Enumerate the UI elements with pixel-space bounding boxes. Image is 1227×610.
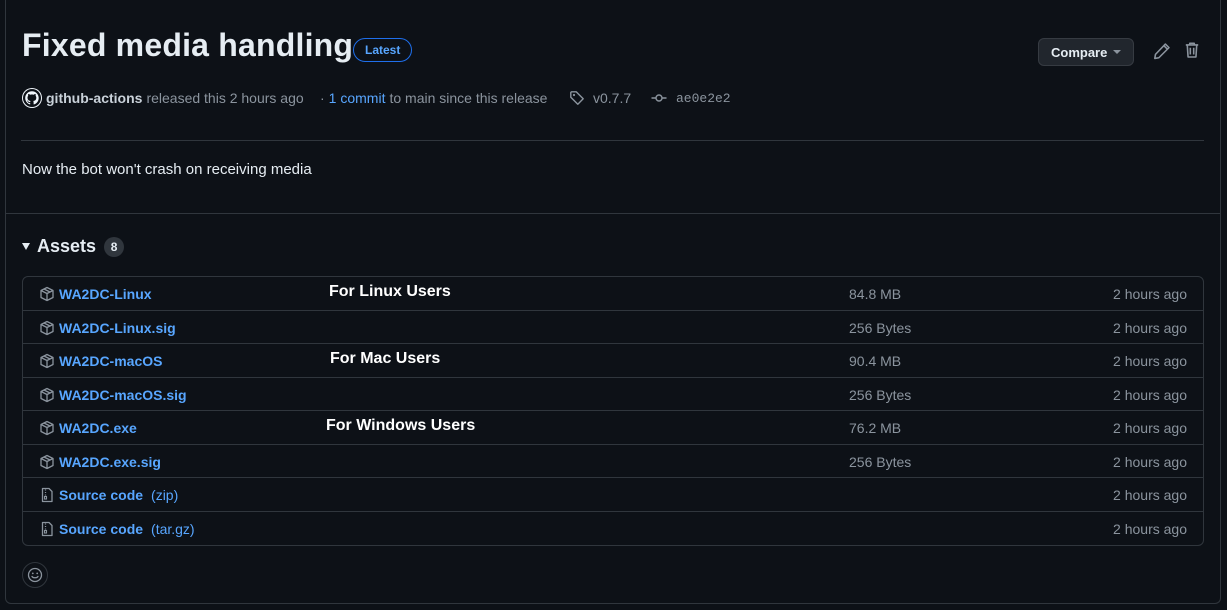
assets-heading: Assets (37, 236, 97, 256)
asset-size: 256 Bytes (849, 386, 912, 403)
asset-name: WA2DC-macOS (59, 353, 163, 369)
asset-annotation: For Linux Users (329, 283, 451, 300)
commits-since-line: · 1 commit to main since this release (320, 90, 547, 106)
divider (21, 140, 1204, 141)
asset-row: WA2DC.exe For Windows Users 76.2 MB 2 hours… (23, 411, 1203, 445)
asset-name: WA2DC.exe (59, 420, 137, 436)
asset-download-link[interactable]: WA2DC-Linux.sig (59, 320, 176, 336)
divider (6, 213, 1221, 214)
asset-time: 2 hours ago (1113, 319, 1187, 336)
asset-row: WA2DC-macOS.sig 256 Bytes 2 hours ago (23, 378, 1203, 411)
author-link[interactable]: github-actions (46, 90, 142, 106)
release-title: Fixed media handling (22, 27, 354, 63)
asset-row: WA2DC.exe.sig 256 Bytes 2 hours ago (23, 445, 1203, 478)
asset-size: 84.8 MB (849, 286, 902, 302)
assets-toggle[interactable]: Assets 8 (22, 236, 125, 257)
smiley-icon (27, 567, 43, 583)
asset-size: 90.4 MB (849, 353, 902, 369)
git-commit-icon (651, 94, 667, 102)
assets-count-badge: 8 (104, 236, 125, 257)
asset-row: Source code (tar.gz) 2 hours ago (23, 512, 1203, 546)
asset-name: WA2DC-macOS.sig (59, 386, 187, 403)
tag-label: v0.7.7 (593, 90, 632, 106)
commits-link[interactable]: 1 commit (329, 90, 386, 106)
file-zip-icon (41, 487, 53, 503)
file-zip-icon (41, 521, 53, 536)
asset-time: 2 hours ago (1113, 286, 1187, 302)
latest-badge: Latest (353, 38, 413, 62)
asset-time: 2 hours ago (1113, 386, 1187, 403)
avatar[interactable] (22, 88, 42, 108)
release-notes: Now the bot won't crash on receiving med… (22, 161, 312, 178)
released-text: released this 2 hours ago (146, 90, 304, 106)
asset-time: 2 hours ago (1113, 520, 1187, 537)
asset-row: WA2DC-Linux.sig 256 Bytes 2 hours ago (23, 311, 1203, 344)
asset-annotation: For Windows Users (326, 417, 476, 434)
tag-info[interactable]: v0.7.7 (569, 90, 631, 106)
trash-icon[interactable] (1183, 41, 1201, 59)
release-author-line: github-actions released this 2 hours ago (22, 88, 304, 108)
asset-download-link[interactable]: Source code (tar.gz) (59, 521, 195, 537)
asset-row: WA2DC-Linux For Linux Users 84.8 MB 2 hours… (23, 277, 1203, 311)
commits-suffix: to main since this release (389, 90, 548, 106)
asset-name: Source code (59, 487, 144, 503)
chevron-down-icon (1113, 50, 1121, 54)
asset-download-link[interactable]: WA2DC-macOS.sig (59, 387, 187, 403)
tag-icon (570, 91, 584, 105)
asset-name: WA2DC-Linux.sig (59, 319, 176, 336)
asset-name: WA2DC.exe.sig (59, 453, 161, 470)
asset-format: (tar.gz) (151, 520, 195, 537)
package-icon (40, 353, 54, 369)
triangle-down-icon (22, 243, 30, 250)
github-logo-icon (23, 89, 41, 107)
asset-row: Source code (zip) 2 hours ago (23, 478, 1203, 512)
asset-size: 256 Bytes (849, 453, 912, 470)
commit-sha: ae0e2e2 (676, 90, 731, 106)
asset-download-link[interactable]: WA2DC-macOS (59, 353, 162, 369)
asset-size: 256 Bytes (849, 319, 912, 336)
commit-info[interactable]: ae0e2e2 (651, 90, 731, 106)
package-icon (40, 454, 54, 469)
asset-download-link[interactable]: WA2DC-Linux (59, 286, 152, 302)
asset-download-link[interactable]: WA2DC.exe (59, 420, 137, 436)
asset-annotation: For Mac Users (330, 350, 441, 367)
asset-download-link[interactable]: Source code (zip) (59, 487, 178, 503)
asset-size: 76.2 MB (849, 420, 902, 436)
asset-name: Source code (59, 520, 144, 537)
asset-row: WA2DC-macOS For Mac Users 90.4 MB 2 hours a… (23, 344, 1203, 378)
package-icon (40, 420, 54, 436)
asset-download-link[interactable]: WA2DC.exe.sig (59, 454, 161, 470)
assets-list: WA2DC-Linux For Linux Users 84.8 MB 2 hours… (22, 276, 1204, 546)
asset-format: (zip) (151, 487, 179, 503)
compare-button[interactable]: Compare (1038, 38, 1134, 66)
asset-time: 2 hours ago (1113, 487, 1187, 503)
package-icon (40, 320, 54, 335)
asset-time: 2 hours ago (1113, 353, 1187, 369)
asset-time: 2 hours ago (1113, 453, 1187, 470)
pencil-icon[interactable] (1153, 42, 1171, 60)
asset-name: WA2DC-Linux (59, 286, 152, 302)
commits-dot: · (320, 90, 325, 106)
package-icon (40, 387, 54, 402)
compare-button-label: Compare (1051, 44, 1108, 60)
asset-time: 2 hours ago (1113, 420, 1187, 436)
add-reaction-button[interactable] (22, 562, 48, 588)
package-icon (40, 286, 54, 302)
